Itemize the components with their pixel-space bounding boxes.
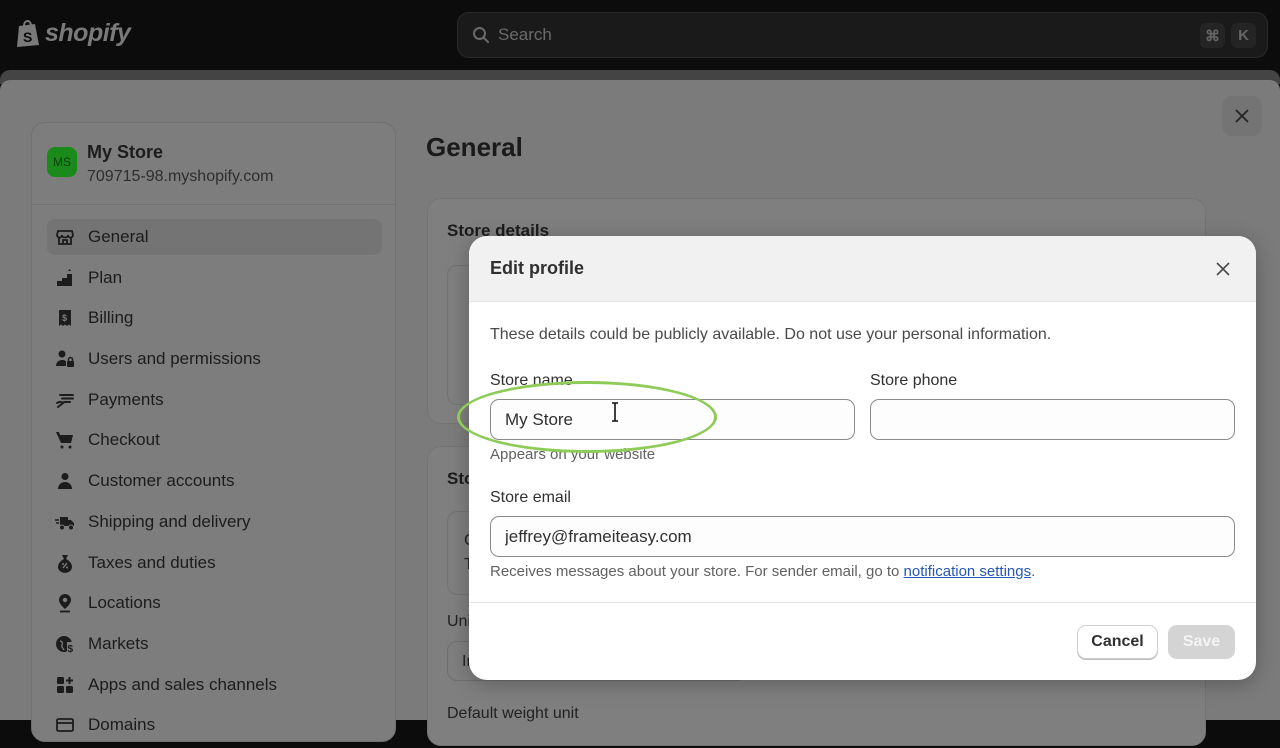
modal-footer: Cancel Save <box>469 602 1256 680</box>
store-icon <box>55 227 75 247</box>
sidebar-item-markets[interactable]: $ Markets <box>47 626 382 662</box>
search-bar[interactable]: ⌘ K <box>457 12 1268 58</box>
store-avatar: MS <box>47 147 77 177</box>
store-name-label: Store name <box>490 372 573 389</box>
save-button[interactable]: Save <box>1168 625 1235 659</box>
modal-close-button[interactable] <box>1209 256 1237 282</box>
sidebar-item-label: Apps and sales channels <box>88 674 278 694</box>
svg-text:$: $ <box>68 644 74 654</box>
sidebar-item-customer-accounts[interactable]: Customer accounts <box>47 463 382 499</box>
store-phone-label: Store phone <box>870 372 958 389</box>
store-name-help: Appears on your website <box>490 446 656 463</box>
sidebar-item-label: General <box>88 227 149 246</box>
sidebar-item-label: Locations <box>88 593 161 613</box>
store-email-label: Store email <box>490 489 571 506</box>
sidebar-item-general[interactable]: General <box>47 219 382 255</box>
command-key-hint: ⌘ <box>1200 23 1225 48</box>
plan-icon <box>55 268 75 288</box>
sidebar-item-label: Billing <box>88 308 134 328</box>
sidebar-item-label: Taxes and duties <box>88 552 216 572</box>
sidebar-item-label: Users and permissions <box>88 349 261 369</box>
sidebar-item-locations[interactable]: Locations <box>47 585 382 621</box>
apps-icon <box>55 675 75 695</box>
sidebar-item-billing[interactable]: $ Billing <box>47 300 382 336</box>
sidebar-item-taxes[interactable]: Taxes and duties <box>47 545 382 581</box>
search-icon <box>473 27 489 43</box>
cart-icon <box>55 430 75 450</box>
brand-name: shopify <box>45 18 131 47</box>
modal-header: Edit profile <box>469 236 1256 302</box>
sidebar-item-label: Markets <box>88 633 149 653</box>
users-icon <box>55 349 75 369</box>
sidebar-item-shipping[interactable]: Shipping and delivery <box>47 504 382 540</box>
modal-body: These details could be publicly availabl… <box>469 302 1256 602</box>
top-bar: S shopify ⌘ K <box>0 0 1280 70</box>
edit-profile-modal: Edit profile These details could be publ… <box>469 236 1256 680</box>
close-settings-button[interactable] <box>1222 96 1262 136</box>
tax-icon <box>55 553 75 573</box>
sidebar-item-label: Checkout <box>88 430 160 450</box>
store-domain: 709715-98.myshopify.com <box>87 168 274 185</box>
domains-icon <box>55 715 75 735</box>
store-email-help-text: Receives messages about your store. For … <box>490 563 904 580</box>
store-header: MS My Store 709715-98.myshopify.com <box>32 123 395 205</box>
store-email-help: Receives messages about your store. For … <box>490 563 1035 580</box>
globe-icon: $ <box>55 634 75 654</box>
location-icon <box>55 593 75 613</box>
billing-icon: $ <box>55 308 75 328</box>
payments-icon <box>55 390 75 410</box>
sidebar-item-label: Domains <box>88 715 156 735</box>
k-key-hint: K <box>1231 23 1256 48</box>
sidebar-item-label: Customer accounts <box>88 471 235 491</box>
sidebar-item-apps[interactable]: Apps and sales channels <box>47 667 382 703</box>
page-title: General <box>426 132 523 162</box>
person-icon <box>55 471 75 491</box>
sidebar-item-label: Payments <box>88 389 164 409</box>
svg-text:S: S <box>23 29 32 45</box>
sidebar-item-label: Plan <box>88 267 123 287</box>
store-name: My Store <box>87 142 164 162</box>
svg-text:$: $ <box>62 313 67 323</box>
sidebar-item-plan[interactable]: Plan <box>47 260 382 296</box>
close-icon <box>1216 262 1230 276</box>
sidebar-item-users[interactable]: Users and permissions <box>47 341 382 377</box>
store-name-input[interactable] <box>490 399 855 440</box>
shopify-logo[interactable]: S shopify <box>15 18 131 48</box>
truck-icon <box>55 512 75 532</box>
privacy-notice: These details could be publicly availabl… <box>490 326 1052 343</box>
close-icon <box>1235 109 1249 123</box>
sidebar-item-domains[interactable]: Domains <box>47 707 382 743</box>
modal-title: Edit profile <box>490 258 584 278</box>
sidebar-item-payments[interactable]: Payments <box>47 382 382 418</box>
settings-nav: General Plan $ Billing Users and permiss… <box>47 219 382 748</box>
sidebar-item-label: Shipping and delivery <box>88 511 251 531</box>
settings-sidebar: MS My Store 709715-98.myshopify.com Gene… <box>31 122 396 742</box>
store-email-help-suffix: . <box>1031 563 1036 580</box>
sidebar-item-checkout[interactable]: Checkout <box>47 422 382 458</box>
default-weight-label: Default weight unit <box>447 705 579 722</box>
search-input[interactable] <box>498 13 1198 57</box>
store-phone-input[interactable] <box>870 399 1235 440</box>
store-email-input[interactable] <box>490 516 1235 557</box>
cancel-button[interactable]: Cancel <box>1077 625 1158 659</box>
notification-settings-link[interactable]: notification settings <box>904 563 1032 580</box>
shopping-bag-icon: S <box>17 20 39 47</box>
